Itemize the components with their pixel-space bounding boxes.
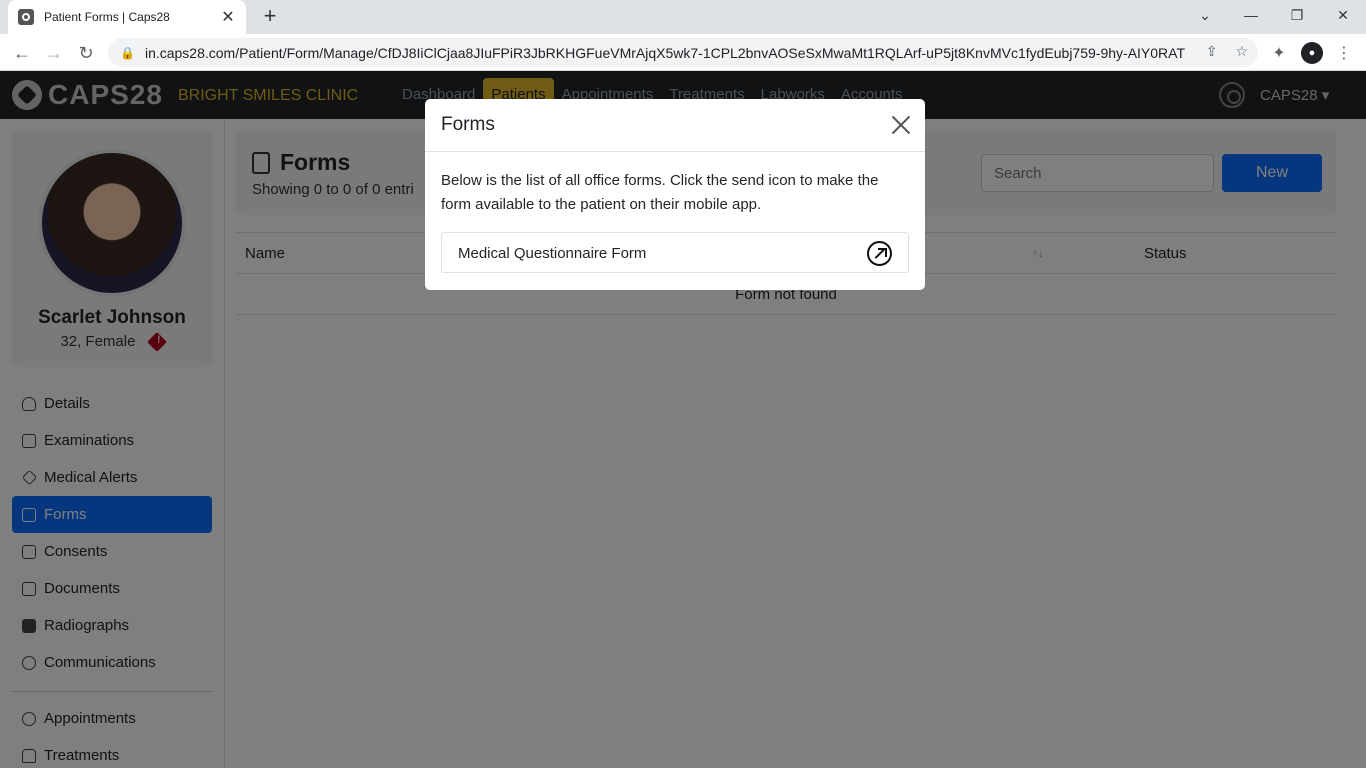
browser-tabstrip: Patient Forms | Caps28 ✕ + ⌄ — ❐ ✕ <box>0 0 1366 34</box>
extensions-puzzle-icon[interactable]: ✦ <box>1267 41 1291 65</box>
modal-close-icon[interactable] <box>889 113 913 137</box>
modal-title: Forms <box>441 114 495 135</box>
forward-icon[interactable]: → <box>41 40 67 66</box>
office-form-name: Medical Questionnaire Form <box>458 245 647 262</box>
back-icon[interactable]: ← <box>9 40 35 66</box>
new-tab-icon[interactable]: + <box>258 5 282 29</box>
lock-icon: 🔒 <box>120 45 135 60</box>
minimize-icon[interactable]: — <box>1228 0 1274 30</box>
restore-icon[interactable]: ❐ <box>1274 0 1320 30</box>
modal-header: Forms <box>425 99 925 152</box>
profile-avatar-icon[interactable]: ● <box>1301 42 1323 64</box>
reload-icon[interactable]: ↻ <box>73 40 99 66</box>
tab-search-icon[interactable]: ⌄ <box>1182 0 1228 30</box>
browser-menu-icon[interactable]: ⋮ <box>1332 41 1356 65</box>
address-bar[interactable]: 🔒 in.caps28.com/Patient/Form/Manage/CfDJ… <box>108 38 1258 67</box>
browser-tab[interactable]: Patient Forms | Caps28 ✕ <box>8 0 246 34</box>
browser-toolbar: ← → ↻ 🔒 in.caps28.com/Patient/Form/Manag… <box>0 34 1366 71</box>
window-close-icon[interactable]: ✕ <box>1320 0 1366 30</box>
tab-title: Patient Forms | Caps28 <box>44 10 170 24</box>
site-favicon-icon <box>18 9 34 25</box>
tab-close-icon[interactable]: ✕ <box>220 7 236 27</box>
url-text: in.caps28.com/Patient/Form/Manage/CfDJ8I… <box>144 44 1185 61</box>
bookmark-star-icon[interactable]: ☆ <box>1235 43 1248 60</box>
modal-description: Below is the list of all office forms. C… <box>441 172 879 213</box>
forms-modal: Forms Below is the list of all office fo… <box>425 99 925 290</box>
office-form-item: Medical Questionnaire Form <box>441 232 909 273</box>
share-icon[interactable]: ⇪ <box>1206 43 1218 60</box>
send-form-icon[interactable] <box>867 241 892 266</box>
